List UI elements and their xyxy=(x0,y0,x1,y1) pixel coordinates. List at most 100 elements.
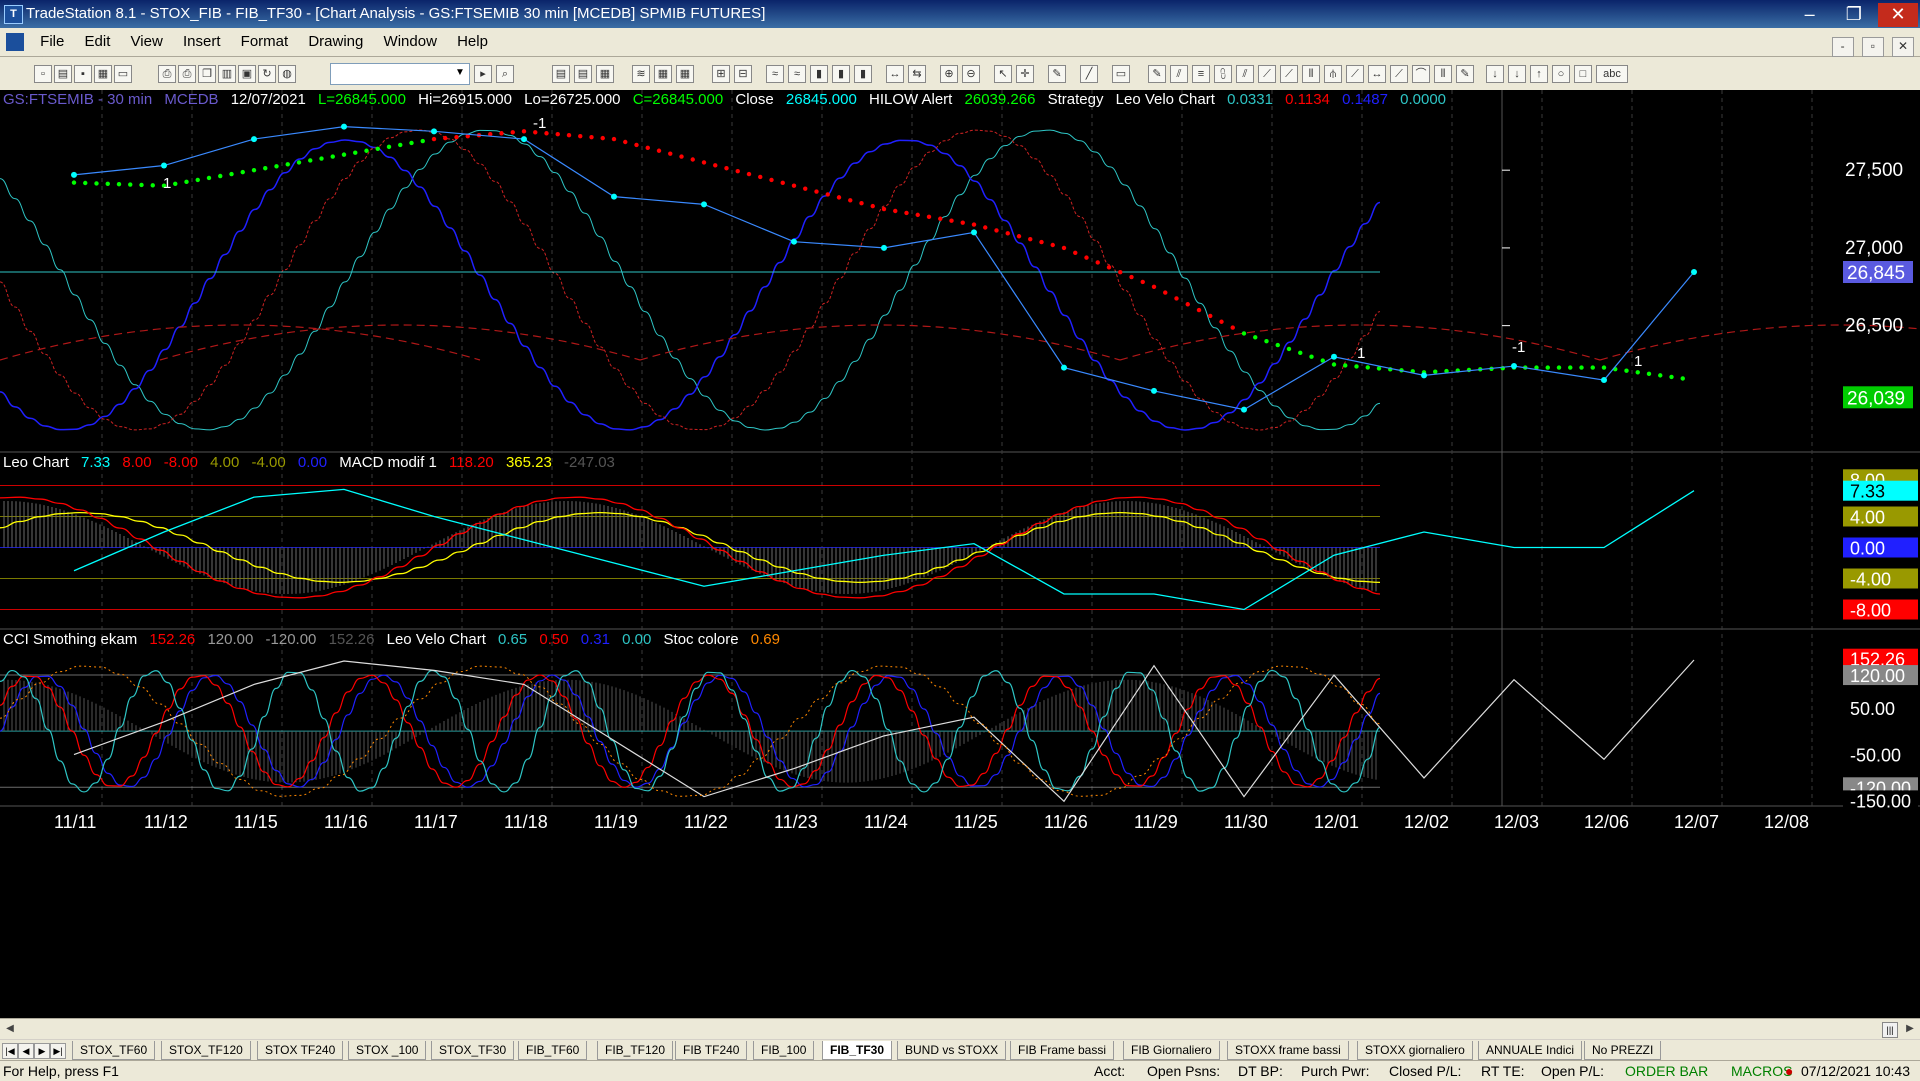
refresh-icon[interactable]: ↻ xyxy=(258,65,276,83)
tab-first-icon[interactable]: |◀ xyxy=(2,1043,18,1059)
channel-icon[interactable]: ⫽ xyxy=(1236,65,1254,83)
move-icon[interactable]: ↔ xyxy=(886,65,904,83)
tab-last-icon[interactable]: ▶| xyxy=(50,1043,66,1059)
tab-annuale-indici[interactable]: ANNUALE Indici xyxy=(1478,1041,1583,1060)
minimize-button[interactable]: ‒ xyxy=(1790,3,1830,27)
arrow-right-icon[interactable]: ▸ xyxy=(474,65,492,83)
table-icon[interactable]: ▦ xyxy=(596,65,614,83)
parallel-lines-icon[interactable]: ⫽ xyxy=(1170,65,1188,83)
menu-format[interactable]: Format xyxy=(233,28,297,56)
trendline-icon[interactable]: ╱ xyxy=(1080,65,1098,83)
scroll-right-icon[interactable]: ▶ xyxy=(1903,1022,1917,1036)
options-icon[interactable]: ≋ xyxy=(632,65,650,83)
scroll-left-icon[interactable]: ◀ xyxy=(3,1022,17,1036)
arc-icon[interactable]: ⌒ xyxy=(1412,65,1430,83)
horizontal-lines-icon[interactable]: ≡ xyxy=(1192,65,1210,83)
time-zones-icon[interactable]: ⦀ xyxy=(1434,65,1452,83)
andrews-pitchfork-icon[interactable]: ⫛ xyxy=(1324,65,1342,83)
chart-icon[interactable]: ▤ xyxy=(552,65,570,83)
symbol-combo[interactable]: ▼ xyxy=(330,63,470,85)
pointer-icon[interactable]: ↖ xyxy=(994,65,1012,83)
copy-icon[interactable]: ❐ xyxy=(198,65,216,83)
menu-drawing[interactable]: Drawing xyxy=(300,28,371,56)
radar-icon[interactable]: ▤ xyxy=(574,65,592,83)
menu-insert[interactable]: Insert xyxy=(175,28,229,56)
order-bar-button[interactable]: ORDER BAR xyxy=(1625,1061,1708,1081)
open-folder-icon[interactable]: ▤ xyxy=(54,65,72,83)
restore-button[interactable]: ❐ xyxy=(1834,3,1874,27)
paste-icon[interactable]: ▥ xyxy=(218,65,236,83)
chart-area[interactable]: 11/11 11/12 11/15 11/16 11/17 11/18 11/19 11/22… xyxy=(0,90,1920,1020)
tab-stoxx-frame-bassi[interactable]: STOXX frame bassi xyxy=(1227,1041,1349,1060)
tab-stox-tf120[interactable]: STOX_TF120 xyxy=(161,1041,251,1060)
zoom-out-icon[interactable]: ⊖ xyxy=(962,65,980,83)
close-button[interactable]: ✕ xyxy=(1878,3,1918,27)
text-tool-icon[interactable]: abc xyxy=(1596,65,1628,83)
account-icon[interactable]: ⊟ xyxy=(734,65,752,83)
chart-window-icon[interactable] xyxy=(6,33,24,51)
eraser-icon[interactable]: ▭ xyxy=(1112,65,1130,83)
tab-prev-icon[interactable]: ◀ xyxy=(18,1043,34,1059)
ellipse-icon[interactable]: ○ xyxy=(1552,65,1570,83)
macros-button[interactable]: MACROS xyxy=(1731,1061,1792,1081)
rectangle-icon[interactable]: □ xyxy=(1574,65,1592,83)
menu-help[interactable]: Help xyxy=(449,28,496,56)
vertical-lines-icon[interactable]: ⦀ xyxy=(1302,65,1320,83)
mdi-restore-button[interactable]: ▫ xyxy=(1861,37,1884,57)
menu-window[interactable]: Window xyxy=(376,28,445,56)
strategy-icon[interactable]: ≈ xyxy=(788,65,806,83)
zoom-in-icon[interactable]: ⊕ xyxy=(940,65,958,83)
arrow-down-red-icon[interactable]: ↓ xyxy=(1486,65,1504,83)
tab-next-icon[interactable]: ▶ xyxy=(34,1043,50,1059)
tab-fib-frame-bassi[interactable]: FIB Frame bassi xyxy=(1010,1041,1115,1060)
tab-bund-vs-stoxx[interactable]: BUND vs STOXX xyxy=(897,1041,1007,1060)
chart-canvas[interactable]: 11/11 11/12 11/15 11/16 11/17 11/18 11/19 11/22… xyxy=(0,90,1920,1020)
freehand-icon[interactable]: ✎ xyxy=(1456,65,1474,83)
scanner-icon[interactable]: ▦ xyxy=(654,65,672,83)
gann-icon[interactable]: ⟋ xyxy=(1346,65,1364,83)
zoom-window-icon[interactable]: ⌕ xyxy=(496,65,514,83)
fib-icon[interactable]: ⟋ xyxy=(1280,65,1298,83)
chevron-down-icon[interactable]: ▼ xyxy=(453,66,467,80)
fan-icon[interactable]: ⟋ xyxy=(1390,65,1408,83)
tab-stoxx-giornaliero[interactable]: STOXX giornaliero xyxy=(1357,1041,1473,1060)
tab-fib-100[interactable]: FIB_100 xyxy=(753,1041,815,1060)
tab-no-prezzi[interactable]: No PREZZI xyxy=(1584,1041,1662,1060)
tab-fib-tf60[interactable]: FIB_TF60 xyxy=(518,1041,588,1060)
compress-icon[interactable]: ⇆ xyxy=(908,65,926,83)
world-icon[interactable]: ◍ xyxy=(278,65,296,83)
tab-fib-tf120[interactable]: FIB_TF120 xyxy=(597,1041,674,1060)
bar-chart-icon[interactable]: ▮ xyxy=(810,65,828,83)
arrow-down-icon[interactable]: ↓ xyxy=(1508,65,1526,83)
wrench-icon[interactable]: ✎ xyxy=(1048,65,1066,83)
menu-file[interactable]: File xyxy=(32,28,72,56)
arrow-range-icon[interactable]: ↔ xyxy=(1368,65,1386,83)
tab-fib-tf240[interactable]: FIB TF240 xyxy=(675,1041,748,1060)
pencil-icon[interactable]: ✎ xyxy=(1148,65,1166,83)
news-icon[interactable]: ▮ xyxy=(854,65,872,83)
quote-icon[interactable]: ▮ xyxy=(832,65,850,83)
mdi-close-button[interactable]: ✕ xyxy=(1892,37,1914,57)
matrix-icon[interactable]: ▦ xyxy=(676,65,694,83)
print-icon[interactable]: ⎙ xyxy=(158,65,176,83)
tab-fib-tf30[interactable]: FIB_TF30 xyxy=(822,1041,893,1060)
speed-lines-icon[interactable]: ⟋ xyxy=(1258,65,1276,83)
mdi-minimize-button[interactable]: - xyxy=(1831,37,1854,57)
tab-fib-giornaliero[interactable]: FIB Giornaliero xyxy=(1123,1041,1220,1060)
crosshair-icon[interactable]: ✛ xyxy=(1016,65,1034,83)
tab-stox-tf30[interactable]: STOX_TF30 xyxy=(431,1041,515,1060)
tab-stox-tf240[interactable]: STOX TF240 xyxy=(257,1041,344,1060)
lock-icon[interactable]: ▣ xyxy=(238,65,256,83)
order-entry-icon[interactable]: ⊞ xyxy=(712,65,730,83)
tab-stox-100[interactable]: STOX _100 xyxy=(348,1041,427,1060)
folder-icon[interactable]: ▭ xyxy=(114,65,132,83)
regression-icon[interactable]: ⩉ xyxy=(1214,65,1232,83)
menu-edit[interactable]: Edit xyxy=(77,28,119,56)
workspace-icon[interactable]: ▦ xyxy=(94,65,112,83)
print-preview-icon[interactable]: ⎙ xyxy=(178,65,196,83)
menu-view[interactable]: View xyxy=(123,28,171,56)
chart-scrollbar[interactable]: ◀ ||| ▶ xyxy=(0,1018,1920,1039)
save-icon[interactable]: ▪ xyxy=(74,65,92,83)
new-file-icon[interactable]: ▫ xyxy=(34,65,52,83)
indicator-icon[interactable]: ≈ xyxy=(766,65,784,83)
